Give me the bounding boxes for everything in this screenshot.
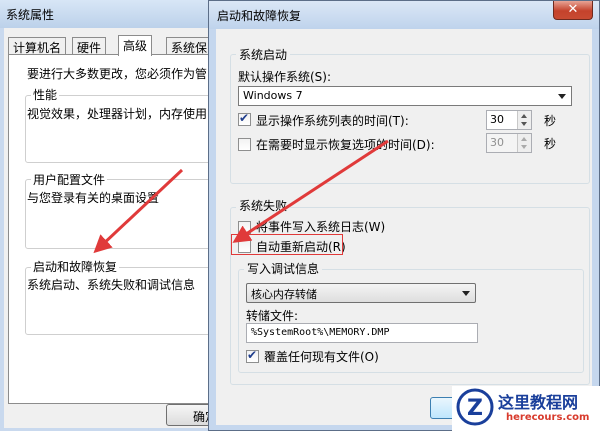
show-recovery-label: 在需要时显示恢复选项的时间(D): (256, 138, 435, 152)
write-event-label: 将事件写入系统日志(W) (256, 220, 386, 234)
startup-recovery-description: 系统启动、系统失败和调试信息 (27, 278, 196, 292)
show-os-list-seconds[interactable]: 30 (486, 110, 532, 130)
watermark-name: 这里教程网 (498, 393, 579, 412)
show-recovery-checkbox[interactable] (238, 138, 251, 151)
chevron-down-icon (462, 291, 470, 296)
user-profile-label: 用户配置文件 (31, 171, 108, 188)
chevron-down-icon (558, 94, 566, 99)
user-profile-description: 与您登录有关的桌面设置 (27, 191, 160, 205)
default-os-value: Windows 7 (243, 89, 303, 102)
system-startup-label: 系统启动 (236, 46, 291, 63)
overwrite-label: 覆盖任何现有文件(O) (264, 350, 379, 364)
system-properties-title: 系统属性 (6, 8, 55, 22)
show-recovery-seconds[interactable]: 30 (486, 133, 532, 153)
dialog-titlebar[interactable]: 启动和故障恢复 ✕ (209, 1, 599, 29)
tab-computer-name[interactable]: 计算机名 (8, 37, 67, 55)
show-os-list-checkbox[interactable] (238, 111, 251, 126)
spin-buttons-disabled (517, 134, 531, 152)
close-button[interactable]: ✕ (553, 1, 593, 20)
default-os-select[interactable]: Windows 7 (238, 86, 572, 106)
system-properties-tabs: 计算机名 硬件 高级 系统保 (8, 35, 240, 56)
overwrite-checkbox[interactable] (246, 348, 259, 363)
show-recovery-unit: 秒 (544, 137, 557, 151)
system-failure-label: 系统失败 (236, 197, 291, 214)
performance-label: 性能 (31, 86, 60, 103)
close-icon: ✕ (567, 2, 579, 17)
show-os-list-label: 显示操作系统列表的时间(T): (256, 114, 409, 128)
default-os-label: 默认操作系统(S): (238, 70, 332, 84)
startup-recovery-dialog: 启动和故障恢复 ✕ 系统启动 默认操作系统(S): Windows 7 显示操作… (208, 0, 600, 431)
show-recovery-value: 30 (490, 136, 504, 149)
system-properties-titlebar[interactable]: 系统属性 (0, 0, 240, 28)
advanced-tab-panel: 要进行大多数更改，您必须作为管 性能 视觉效果，处理器计划，内存使用 用户配置文… (8, 54, 245, 404)
dump-file-label: 转储文件: (246, 309, 299, 323)
watermark-logo-letter: Z (467, 396, 483, 421)
performance-description: 视觉效果，处理器计划，内存使用 (27, 107, 208, 121)
spin-up-icon[interactable] (521, 114, 527, 118)
spin-down-icon[interactable] (521, 122, 527, 126)
dump-file-input[interactable]: %SystemRoot%\MEMORY.DMP (246, 323, 478, 343)
dump-type-select[interactable]: 核心内存转储 (246, 283, 476, 303)
dump-type-value: 核心内存转储 (251, 288, 317, 301)
startup-recovery-label: 启动和故障恢复 (31, 258, 120, 275)
watermark-url: herecours.com (506, 412, 590, 423)
watermark-logo-icon: Z (456, 388, 494, 426)
watermark: Z 这里教程网 herecours.com (452, 386, 600, 431)
tab-advanced[interactable]: 高级 (118, 35, 153, 56)
debug-info-label: 写入调试信息 (244, 260, 323, 277)
write-event-checkbox[interactable] (238, 221, 251, 234)
tab-hardware[interactable]: 硬件 (72, 37, 107, 55)
tab-system-protection[interactable]: 系统保 (166, 37, 213, 55)
spin-buttons[interactable] (517, 111, 531, 129)
dump-file-value: %SystemRoot%\MEMORY.DMP (251, 327, 390, 338)
auto-restart-highlight (231, 234, 343, 255)
dialog-title: 启动和故障恢复 (217, 9, 302, 23)
admin-notice: 要进行大多数更改，您必须作为管 (27, 67, 208, 81)
show-os-list-unit: 秒 (544, 114, 557, 128)
spin-down-icon (521, 145, 527, 149)
spin-up-icon (521, 137, 527, 141)
dialog-body: 系统启动 默认操作系统(S): Windows 7 显示操作系统列表的时间(T)… (216, 29, 592, 425)
show-os-list-value: 30 (490, 113, 504, 126)
